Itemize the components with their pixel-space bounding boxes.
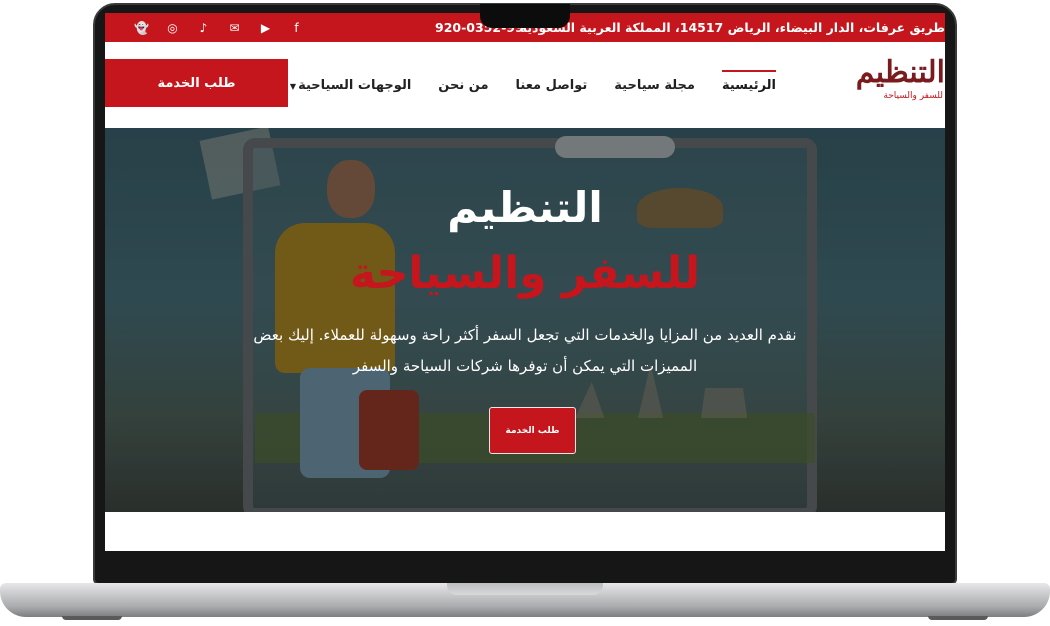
camera-notch [480,4,570,28]
hero-section: التنظيم للسفر والسياحة نقدم العديد من ال… [105,128,945,512]
youtube-icon[interactable]: ▶ [257,19,274,36]
nav-item-home[interactable]: الرئيسية [721,69,777,93]
nav-item-contact[interactable]: تواصل معنا [516,78,588,93]
nav-item-travel-magazine[interactable]: مجلة سياحية [614,78,695,93]
tiktok-icon[interactable]: ♪ [195,19,212,36]
hero-description: نقدم العديد من المزايا والخدمات التي تجع… [253,326,797,375]
nav-item-about[interactable]: من نحن [438,78,488,93]
hero-title: التنظيم [447,183,603,232]
site-logo[interactable]: التنظيم للسفر والسياحة [845,56,945,108]
request-service-button[interactable]: طلب الخدمة [105,59,288,107]
browser-screen: طريق عرفات، الدار البيضاء، الرياض 14517،… [105,13,945,551]
laptop-foot-left [62,616,122,620]
caret-down-icon: ▼ [289,81,297,91]
nav-item-destinations-label: الوجهات السياحية [298,77,412,93]
main-nav: الرئيسية مجلة سياحية تواصل معنا من نحن ا… [290,42,782,128]
instagram-icon[interactable]: ◎ [164,19,181,36]
hero-subtitle: للسفر والسياحة [349,248,701,299]
facebook-icon[interactable]: f [288,19,305,36]
logo-tagline: للسفر والسياحة [883,91,943,101]
snapchat-icon[interactable]: 👻 [133,19,150,36]
logo-wordmark: التنظيم [855,55,945,90]
site-header: طلب الخدمة الرئيسية مجلة سياحية تواصل مع… [105,42,945,128]
nav-item-destinations[interactable]: الوجهات السياحية▼ [290,78,411,93]
address-text: طريق عرفات، الدار البيضاء، الرياض 14517،… [519,20,945,35]
laptop-opening-notch [447,583,603,595]
laptop-foot-right [928,616,988,620]
hero-request-service-button[interactable]: طلب الخدمة [489,407,576,454]
email-icon[interactable]: ✉ [226,19,243,36]
social-links: 👻 ◎ ♪ ✉ ▶ f [133,19,305,36]
